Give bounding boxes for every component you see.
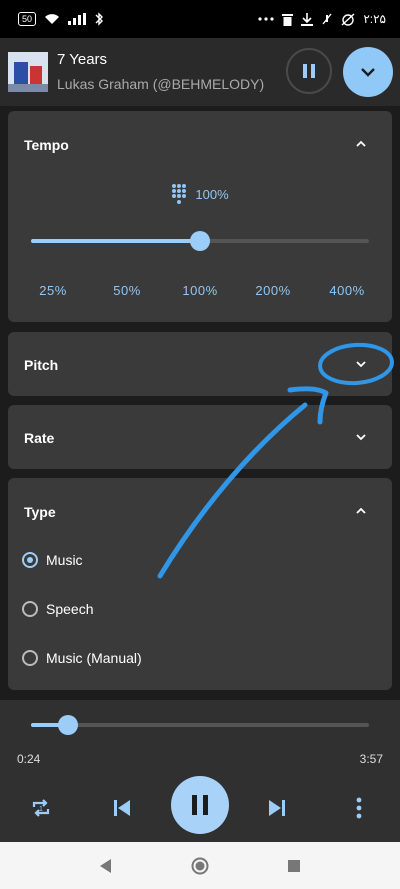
play-pause-button[interactable] xyxy=(171,776,229,834)
rate-card[interactable]: Rate xyxy=(8,405,392,469)
preset-25[interactable]: 25% xyxy=(39,283,67,298)
rate-title: Rate xyxy=(24,430,55,446)
tempo-card: Tempo 100% 25% 50% 100% 200% 400% xyxy=(8,111,392,322)
more-vert-icon xyxy=(356,797,362,819)
chevron-up-icon[interactable] xyxy=(354,504,368,518)
skip-next-icon xyxy=(269,800,285,816)
signal-icon xyxy=(68,13,87,25)
tempo-value: 100% xyxy=(195,186,229,202)
more-dots-icon xyxy=(258,17,274,21)
track-title: 7 Years xyxy=(57,51,108,68)
type-option-music[interactable]: Music xyxy=(22,545,83,575)
preset-50[interactable]: 50% xyxy=(113,283,141,298)
seek-bar[interactable] xyxy=(31,715,369,735)
pitch-title: Pitch xyxy=(24,357,59,373)
bluetooth-icon xyxy=(94,12,104,26)
status-bar: 50 ۲:۲۵ xyxy=(0,0,400,38)
album-art[interactable] xyxy=(8,52,48,92)
radio-icon[interactable] xyxy=(22,650,38,666)
type-option-speech[interactable]: Speech xyxy=(22,594,93,624)
repeat-one-button[interactable]: 1 xyxy=(27,794,55,822)
chevron-down-icon xyxy=(361,68,375,77)
tempo-presets: 25% 50% 100% 200% 400% xyxy=(8,283,392,303)
system-nav-bar xyxy=(0,842,400,889)
tempo-slider-thumb[interactable] xyxy=(190,231,210,251)
chevron-down-icon[interactable] xyxy=(354,357,368,371)
tempo-slider-fill xyxy=(31,239,200,243)
previous-button[interactable] xyxy=(108,794,136,822)
bottom-player: 0:24 3:57 1 xyxy=(0,700,400,842)
chevron-down-icon[interactable] xyxy=(354,430,368,444)
pitch-card[interactable]: Pitch xyxy=(8,332,392,396)
radio-icon[interactable] xyxy=(22,601,38,617)
type-title: Type xyxy=(24,504,56,520)
clock-time: ۲:۲۵ xyxy=(363,12,386,26)
radio-selected-icon[interactable] xyxy=(22,552,38,568)
skip-previous-icon xyxy=(114,800,130,816)
preset-400[interactable]: 400% xyxy=(329,283,364,298)
collapse-player-button[interactable] xyxy=(343,47,393,97)
track-artist: Lukas Graham (@BEHMELODY) xyxy=(57,76,265,92)
type-card: Type Music Speech Music (Manual) xyxy=(8,478,392,690)
svg-text:1: 1 xyxy=(39,806,43,813)
type-option-label: Music (Manual) xyxy=(46,650,142,666)
tempo-title: Tempo xyxy=(24,137,69,153)
type-option-music-manual[interactable]: Music (Manual) xyxy=(22,643,142,673)
total-duration: 3:57 xyxy=(359,752,383,766)
alarm-off-icon xyxy=(341,12,355,26)
elapsed-time: 0:24 xyxy=(17,752,41,766)
download-icon xyxy=(301,12,314,26)
tempo-slider[interactable] xyxy=(31,231,369,251)
now-playing-bar[interactable]: 7 Years Lukas Graham (@BEHMELODY) xyxy=(0,38,400,106)
trash-icon xyxy=(282,13,294,26)
chevron-up-icon[interactable] xyxy=(354,137,368,151)
type-option-label: Speech xyxy=(46,601,94,617)
mute-icon xyxy=(321,13,333,26)
next-button[interactable] xyxy=(263,794,291,822)
tempo-readout[interactable]: 100% xyxy=(8,183,392,205)
seek-bar-thumb[interactable] xyxy=(58,715,79,735)
recents-icon[interactable] xyxy=(284,856,304,876)
dialpad-icon xyxy=(172,184,187,204)
back-icon[interactable] xyxy=(96,856,116,876)
type-option-label: Music xyxy=(46,552,83,568)
pause-icon xyxy=(303,64,315,78)
pause-icon xyxy=(192,795,208,815)
home-icon[interactable] xyxy=(190,856,210,876)
more-options-button[interactable] xyxy=(345,794,373,822)
preset-200[interactable]: 200% xyxy=(255,283,290,298)
battery-icon: 50 xyxy=(18,12,37,26)
preset-100[interactable]: 100% xyxy=(182,283,217,298)
wifi-icon xyxy=(44,13,60,25)
repeat-one-icon: 1 xyxy=(32,799,50,817)
mini-pause-button[interactable] xyxy=(286,48,332,94)
